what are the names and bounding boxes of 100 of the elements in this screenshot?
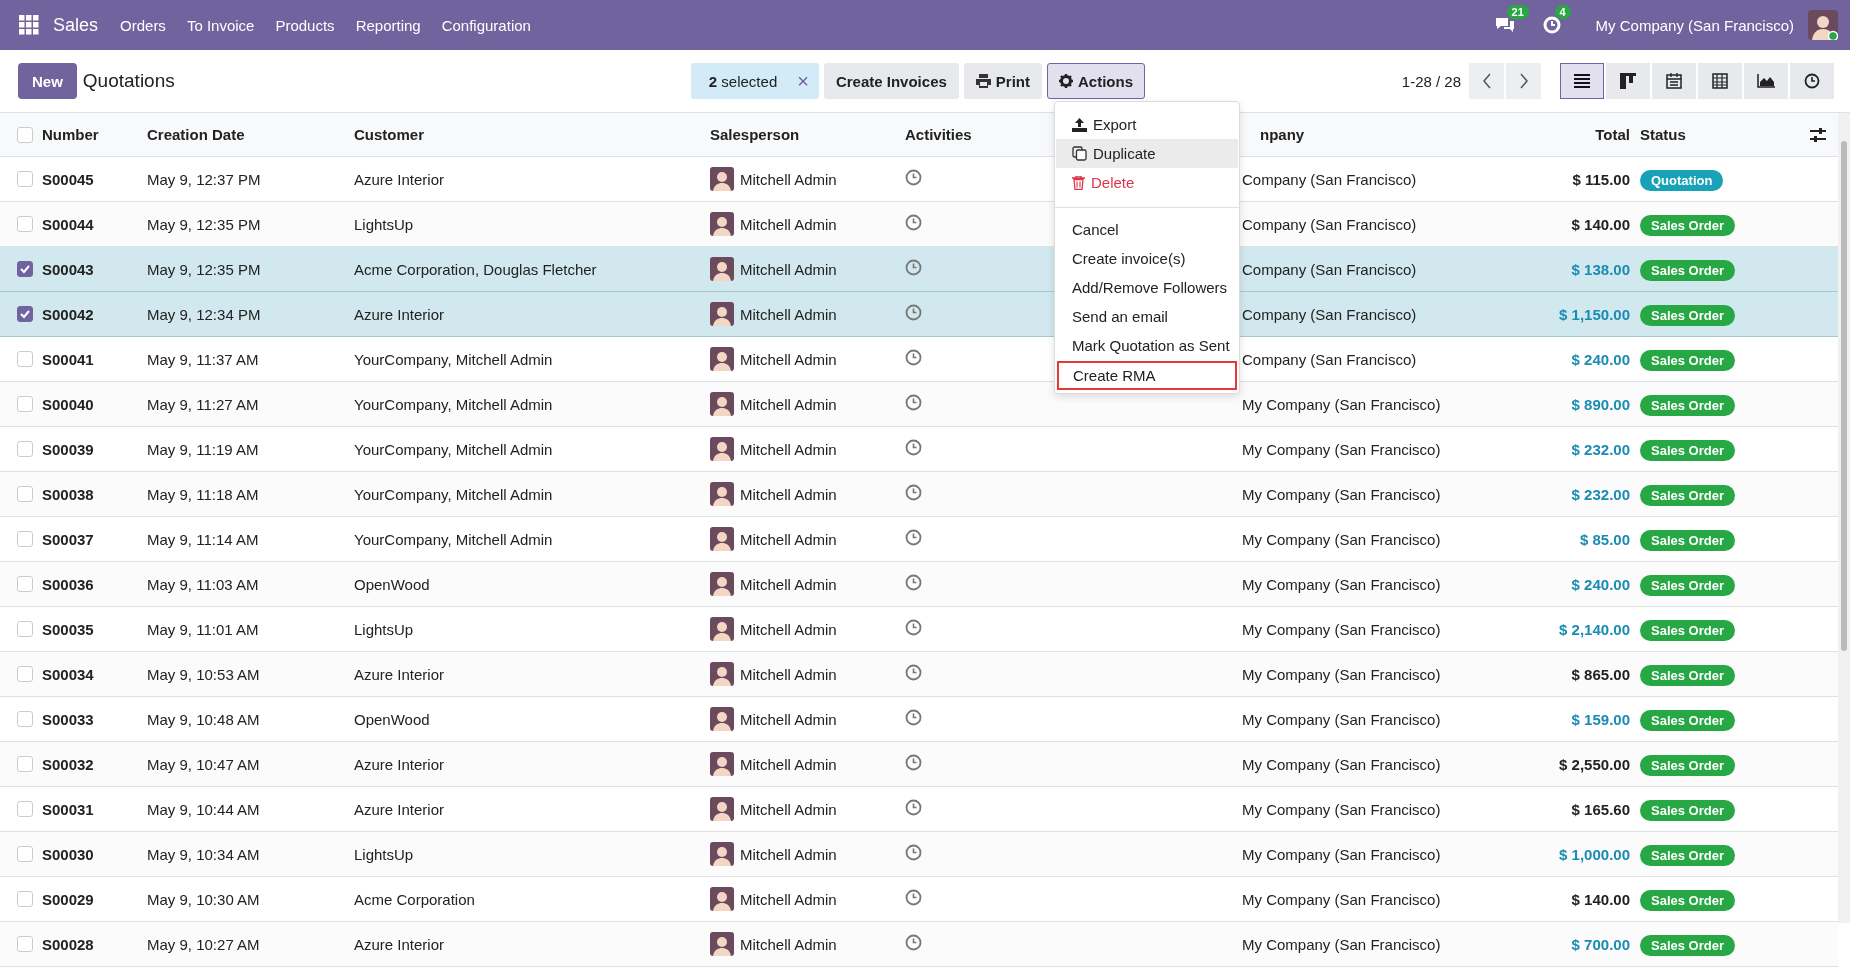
table-cell-text: S00032: [42, 755, 95, 773]
table-cell-text: S00033: [42, 710, 95, 728]
next-page-button[interactable]: [1506, 63, 1542, 99]
table-cell-text: Company (San Francisco): [1242, 260, 1418, 278]
salesperson-name: Mitchell Admin: [740, 485, 837, 503]
select-all-checkbox[interactable]: [17, 126, 33, 143]
app-name[interactable]: Sales: [53, 14, 99, 36]
clock-icon[interactable]: [905, 439, 922, 456]
user-avatar-icon: [710, 707, 734, 731]
clock-icon[interactable]: [1541, 15, 1562, 35]
dropdown-item[interactable]: Add/Remove Followers: [1056, 273, 1238, 302]
clock-icon[interactable]: [905, 709, 922, 726]
menu-item[interactable]: Products: [275, 16, 335, 34]
list-view-button[interactable]: [1560, 63, 1605, 99]
kanban-view-button[interactable]: [1606, 63, 1651, 99]
menu-item[interactable]: Reporting: [355, 16, 421, 34]
gear-icon: [1059, 74, 1073, 88]
print-button[interactable]: Print: [963, 63, 1042, 99]
clock-icon[interactable]: [905, 394, 922, 411]
dropdown-item[interactable]: Cancel: [1056, 215, 1238, 244]
column-header[interactable]: Number: [42, 126, 147, 143]
column-header[interactable]: Total: [1524, 126, 1634, 143]
column-header[interactable]: npany: [1242, 126, 1524, 143]
table-cell-text: My Company (San Francisco): [1242, 845, 1442, 863]
user-avatar-icon: [710, 482, 734, 506]
table-cell-text: My Company (San Francisco): [1242, 395, 1442, 413]
menu-item[interactable]: Configuration: [441, 16, 531, 34]
clock-icon[interactable]: [905, 214, 922, 231]
previous-page-button[interactable]: [1469, 63, 1505, 99]
row-checkbox[interactable]: [17, 261, 33, 277]
dropdown-item[interactable]: Duplicate: [1056, 139, 1238, 168]
clock-icon[interactable]: [905, 169, 922, 186]
activity-view-button[interactable]: [1790, 63, 1835, 99]
clock-icon[interactable]: [905, 259, 922, 276]
pivot-view-button[interactable]: [1698, 63, 1743, 99]
column-header[interactable]: Creation Date: [147, 126, 354, 143]
clock-icon[interactable]: [905, 484, 922, 501]
clock-icon[interactable]: [905, 619, 922, 636]
table-cell-text: Company (San Francisco): [1242, 215, 1418, 233]
dropdown-item[interactable]: Mark Quotation as Sent: [1056, 331, 1238, 360]
table-cell-text: May 9, 12:35 PM: [147, 215, 262, 233]
status-badge: Sales Order: [1640, 529, 1735, 551]
column-header[interactable]: Customer: [354, 126, 710, 143]
clock-icon[interactable]: [905, 574, 922, 591]
table-cell-text: S00035: [42, 620, 95, 638]
table-cell-text: $ 240.00: [1570, 350, 1631, 368]
clock-icon[interactable]: [905, 754, 922, 771]
table-cell-text: OpenWood: [354, 575, 431, 593]
status-badge: Quotation: [1640, 169, 1724, 191]
pager-value[interactable]: 1-28 / 28: [1401, 72, 1462, 90]
salesperson-name: Mitchell Admin: [740, 260, 837, 278]
table-cell-text: My Company (San Francisco): [1242, 575, 1442, 593]
table-cell-text: S00038: [42, 485, 95, 503]
actions-button[interactable]: Actions: [1047, 63, 1145, 99]
menu-item[interactable]: To Invoice: [186, 16, 255, 34]
clock-icon[interactable]: [905, 304, 922, 321]
status-badge: Sales Order: [1640, 349, 1735, 371]
table-cell-text: May 9, 11:01 AM: [147, 620, 260, 638]
new-button[interactable]: New: [18, 63, 77, 99]
clock-icon[interactable]: [905, 844, 922, 861]
dropdown-item[interactable]: Send an email: [1056, 302, 1238, 331]
calendar-view-button[interactable]: [1652, 63, 1697, 99]
table-cell-text: Acme Corporation: [354, 890, 476, 908]
upload-icon: [1072, 117, 1087, 132]
dropdown-item[interactable]: Export: [1056, 110, 1238, 139]
user-avatar-icon: [710, 617, 734, 641]
table-cell-text: My Company (San Francisco): [1242, 710, 1442, 728]
status-badge: Sales Order: [1640, 304, 1735, 326]
column-header[interactable]: Status: [1634, 126, 1788, 143]
dropdown-item[interactable]: Create RMA: [1057, 361, 1237, 390]
clock-icon[interactable]: [905, 664, 922, 681]
user-avatar-icon[interactable]: [1808, 10, 1838, 40]
scrollbar-thumb[interactable]: [1841, 141, 1847, 651]
scrollbar[interactable]: [1838, 113, 1850, 923]
settings-sliders-icon[interactable]: [1810, 127, 1826, 142]
menu-item[interactable]: Orders: [120, 16, 166, 34]
row-checkbox[interactable]: [17, 306, 33, 322]
clock-icon[interactable]: [905, 349, 922, 366]
clock-icon[interactable]: [905, 934, 922, 951]
clock-icon[interactable]: [905, 889, 922, 906]
table-cell-text: $ 140.00: [1570, 890, 1631, 908]
salesperson-name: Mitchell Admin: [740, 845, 837, 863]
table-cell-text: $ 2,550.00: [1558, 755, 1631, 773]
table-cell-text: Azure Interior: [354, 665, 446, 683]
apps-menu-icon[interactable]: [19, 15, 39, 35]
salesperson-name: Mitchell Admin: [740, 530, 837, 548]
status-badge: Sales Order: [1640, 619, 1735, 641]
user-avatar-icon: [710, 302, 734, 326]
toolbar-button[interactable]: Create Invoices: [823, 63, 959, 99]
user-avatar-icon: [710, 797, 734, 821]
dropdown-item[interactable]: Delete: [1056, 168, 1238, 197]
table-cell-text: May 9, 12:34 PM: [147, 305, 262, 323]
clock-icon[interactable]: [905, 799, 922, 816]
clear-selection-button[interactable]: ×: [797, 69, 809, 93]
table-cell-text: $ 2,140.00: [1558, 620, 1631, 638]
company-switcher[interactable]: My Company (San Francisco): [1595, 16, 1794, 34]
graph-view-button[interactable]: [1744, 63, 1789, 99]
column-header[interactable]: Salesperson: [710, 126, 905, 143]
dropdown-item[interactable]: Create invoice(s): [1056, 244, 1238, 273]
clock-icon[interactable]: [905, 529, 922, 546]
